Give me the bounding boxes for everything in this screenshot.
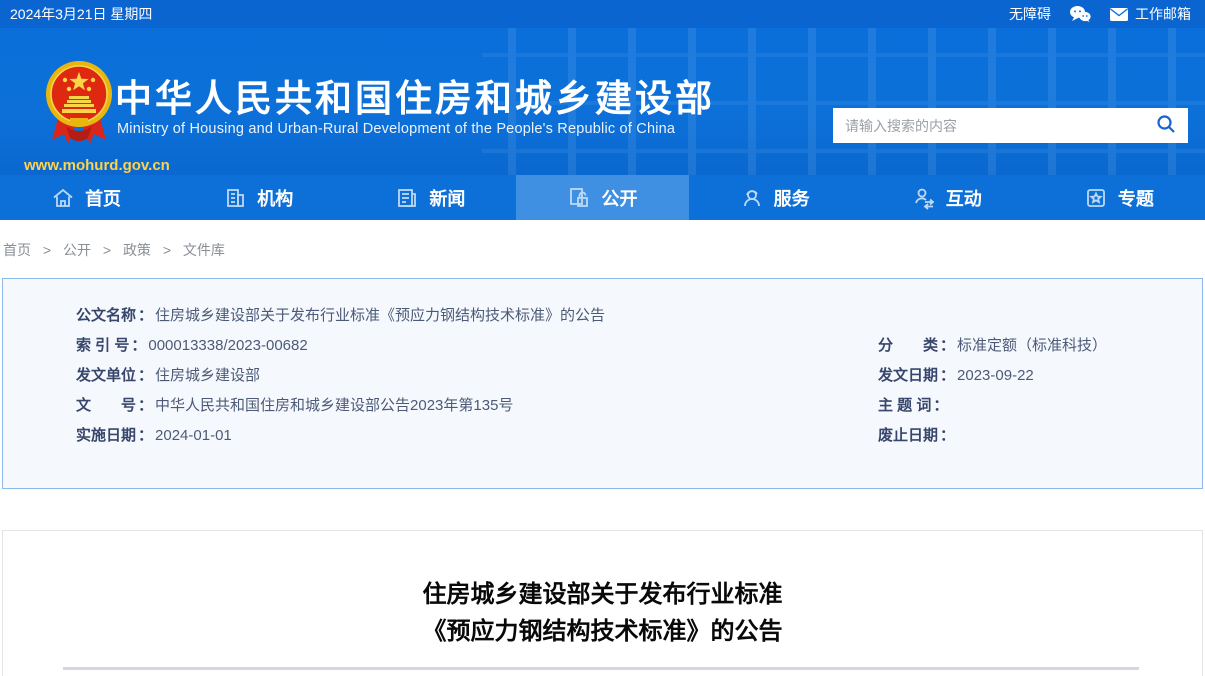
nav-item-open[interactable]: 公开 [516, 175, 688, 220]
meta-label: 发文日期 [878, 367, 938, 384]
article-divider [63, 667, 1139, 670]
doc-meta-row-number: 文 号：中华人民共和国住房和城乡建设部公告2023年第135号 [76, 391, 866, 421]
meta-value: 标准定额（标准科技） [957, 337, 1107, 354]
breadcrumb-policy[interactable]: 政策 [123, 242, 151, 258]
breadcrumb-separator: > [103, 242, 111, 258]
nav-label: 服务 [774, 185, 810, 211]
breadcrumb-library[interactable]: 文件库 [183, 242, 225, 258]
nav-label: 互动 [946, 185, 982, 211]
meta-colon: ： [136, 397, 155, 414]
article-panel: 住房城乡建设部关于发布行业标准 《预应力钢结构技术标准》的公告 [2, 530, 1203, 676]
breadcrumb-open[interactable]: 公开 [63, 242, 91, 258]
doc-meta-row-issue-date: 发文日期：2023-09-22 [878, 361, 1198, 391]
meta-label: 发文单位 [76, 367, 136, 384]
doc-meta-row-issuer: 发文单位：住房城乡建设部 [76, 361, 866, 391]
nav-item-org[interactable]: 机构 [172, 175, 344, 220]
doc-meta-row-effective: 实施日期：2024-01-01 [76, 421, 866, 451]
mail-icon [1109, 7, 1129, 22]
nav-label: 机构 [257, 185, 293, 211]
nav-item-interact[interactable]: 互动 [861, 175, 1033, 220]
search-input[interactable] [833, 108, 1144, 143]
breadcrumb-home[interactable]: 首页 [3, 242, 31, 258]
work-mailbox-label: 工作邮箱 [1135, 4, 1191, 24]
nav-label: 公开 [601, 185, 637, 211]
service-person-icon [740, 186, 764, 210]
meta-label: 文 号 [76, 397, 136, 414]
document-meta-box: 公文名称：住房城乡建设部关于发布行业标准《预应力钢结构技术标准》的公告 索 引 … [2, 278, 1203, 489]
meta-colon: ： [136, 367, 155, 384]
nav-item-home[interactable]: 首页 [0, 175, 172, 220]
nav-label: 新闻 [429, 185, 465, 211]
article-title: 住房城乡建设部关于发布行业标准 《预应力钢结构技术标准》的公告 [3, 576, 1202, 650]
meta-colon: ： [136, 307, 155, 324]
top-utility-bar: 2024年3月21日 星期四 无障碍 工作邮箱 [0, 0, 1205, 28]
doc-meta-row-keywords: 主 题 词： [878, 391, 1198, 421]
meta-value: 2024-01-01 [155, 427, 232, 444]
nav-item-service[interactable]: 服务 [689, 175, 861, 220]
meta-label: 分 类 [878, 337, 938, 354]
article-title-line2: 《预应力钢结构技术标准》的公告 [3, 613, 1202, 650]
doc-meta-row-index: 索 引 号：000013338/2023-00682 [76, 331, 866, 361]
home-icon [51, 186, 75, 210]
wechat-icon[interactable] [1069, 5, 1091, 23]
meta-colon: ： [136, 427, 155, 444]
site-search [833, 108, 1188, 143]
meta-label: 索 引 号 [76, 337, 129, 354]
meta-value: 000013338/2023-00682 [148, 337, 307, 354]
meta-colon: ： [938, 337, 957, 354]
doc-meta-left-column: 公文名称：住房城乡建设部关于发布行业标准《预应力钢结构技术标准》的公告 索 引 … [76, 301, 866, 451]
site-url: www.mohurd.gov.cn [24, 157, 134, 174]
site-header: www.mohurd.gov.cn 中华人民共和国住房和城乡建设部 Minist… [0, 28, 1205, 175]
doc-meta-row-title: 公文名称：住房城乡建设部关于发布行业标准《预应力钢结构技术标准》的公告 [76, 301, 866, 331]
search-button[interactable] [1144, 108, 1188, 143]
doc-meta-right-column: 分 类：标准定额（标准科技） 发文日期：2023-09-22 主 题 词： 废止… [878, 331, 1198, 451]
meta-colon: ： [931, 397, 950, 414]
accessibility-link[interactable]: 无障碍 [1009, 4, 1051, 24]
site-subtitle: Ministry of Housing and Urban-Rural Deve… [117, 121, 675, 137]
meta-label: 实施日期 [76, 427, 136, 444]
main-nav: 首页 机构 新闻 公开 服务 [0, 175, 1205, 220]
meta-value: 2023-09-22 [957, 367, 1034, 384]
search-icon [1156, 114, 1176, 137]
meta-label: 公文名称 [76, 307, 136, 324]
site-title: 中华人民共和国住房和城乡建设部 [115, 68, 715, 122]
nav-item-topic[interactable]: 专题 [1033, 175, 1205, 220]
nav-label: 专题 [1118, 185, 1154, 211]
star-badge-icon [1084, 186, 1108, 210]
newspaper-icon [395, 186, 419, 210]
nav-label: 首页 [85, 185, 121, 211]
breadcrumb-separator: > [43, 242, 51, 258]
article-title-line1: 住房城乡建设部关于发布行业标准 [3, 576, 1202, 613]
building-icon [223, 186, 247, 210]
meta-label: 废止日期 [878, 427, 938, 444]
meta-colon: ： [938, 427, 957, 444]
breadcrumb: 首页 > 公开 > 政策 > 文件库 [0, 220, 1205, 278]
meta-value: 住房城乡建设部 [155, 367, 260, 384]
meta-value: 住房城乡建设部关于发布行业标准《预应力钢结构技术标准》的公告 [155, 307, 605, 324]
nav-item-news[interactable]: 新闻 [344, 175, 516, 220]
national-emblem [42, 135, 116, 152]
doc-meta-row-category: 分 类：标准定额（标准科技） [878, 331, 1198, 361]
work-mailbox-link[interactable]: 工作邮箱 [1109, 4, 1191, 24]
document-lock-icon [567, 186, 591, 210]
interaction-icon [912, 186, 936, 210]
meta-value: 中华人民共和国住房和城乡建设部公告2023年第135号 [155, 397, 513, 414]
meta-label: 主 题 词 [878, 397, 931, 414]
breadcrumb-separator: > [163, 242, 171, 258]
doc-meta-row-repeal-date: 废止日期： [878, 421, 1198, 451]
current-date: 2024年3月21日 星期四 [10, 4, 152, 24]
meta-colon: ： [129, 337, 148, 354]
meta-colon: ： [938, 367, 957, 384]
